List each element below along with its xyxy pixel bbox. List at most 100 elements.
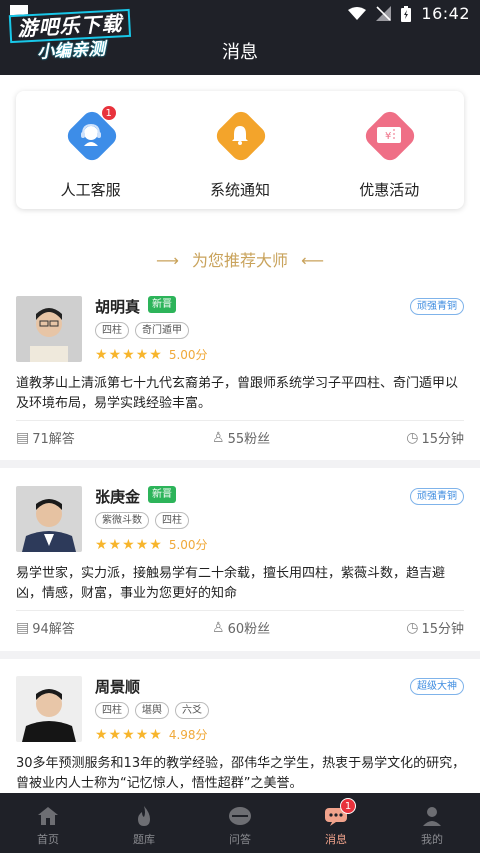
master-avatar-2 bbox=[16, 486, 82, 552]
quick-item-promotions[interactable]: ¥ 优惠活动 bbox=[324, 91, 454, 209]
star-icon: ★ bbox=[135, 346, 149, 363]
quick-actions-card: 1 人工客服 系统通知 ¥ 优惠活动 bbox=[16, 91, 464, 209]
rating-stars-3: ★ ★ ★ ★ ★ 4.98分 bbox=[95, 726, 208, 743]
clock-icon: ◷ bbox=[406, 429, 419, 446]
master-avatar-1 bbox=[16, 296, 82, 362]
section-gap bbox=[0, 460, 480, 468]
new-tag-1: 新晋 bbox=[148, 296, 176, 313]
message-content[interactable]: 1 人工客服 系统通知 ¥ 优惠活动 ⟶ 为您推荐大师 ⟵ 胡明真 新晋 顽强青… bbox=[0, 75, 480, 793]
star-icon: ★ bbox=[108, 346, 122, 363]
skill-tag: 六爻 bbox=[175, 702, 209, 719]
coupon-icon: ¥ bbox=[361, 107, 417, 163]
coupon-icon-wrap: ¥ bbox=[361, 107, 419, 165]
answers-stat-1: ▤ 71解答 bbox=[16, 428, 75, 448]
bottom-tab-bar: 首页 题库 问答 1 消息 我的 bbox=[0, 793, 480, 853]
quick-label-customer-service: 人工客服 bbox=[60, 181, 121, 199]
divider bbox=[16, 420, 464, 421]
tab-label-profile: 我的 bbox=[421, 833, 443, 846]
master-card-1[interactable]: 胡明真 新晋 顽强青铜 四柱 奇门遁甲 ★ ★ ★ ★ ★ 5.00分 道教茅山上清派第… bbox=[0, 296, 480, 466]
tab-label-messages: 消息 bbox=[325, 833, 347, 846]
level-tag-2: 顽强青铜 bbox=[410, 488, 464, 505]
divider bbox=[16, 610, 464, 611]
page-title: 消息 bbox=[222, 42, 258, 63]
skill-tag: 四柱 bbox=[95, 322, 129, 339]
answers-count-1: 71解答 bbox=[32, 432, 75, 447]
master-name-1: 胡明真 bbox=[95, 298, 141, 316]
skill-tags-2: 紫微斗数 四柱 bbox=[95, 512, 189, 529]
header-bar: 游吧乐下载 小编亲测 16:42 消息 bbox=[0, 0, 480, 75]
profile-icon bbox=[420, 805, 444, 827]
star-icon: ★ bbox=[95, 536, 108, 553]
level-tag-1: 顽强青铜 bbox=[410, 298, 464, 315]
star-icon: ★ bbox=[122, 726, 135, 743]
svg-text:¥: ¥ bbox=[385, 131, 391, 142]
level-tag-3: 超级大神 bbox=[410, 678, 464, 695]
battery-icon bbox=[401, 5, 412, 22]
fans-count-2: 60粉丝 bbox=[227, 622, 271, 637]
rating-score-3: 4.98分 bbox=[168, 728, 208, 742]
customer-service-icon-wrap: 1 bbox=[63, 105, 120, 165]
customer-service-badge: 1 bbox=[100, 105, 117, 121]
quick-label-system-notice: 系统通知 bbox=[209, 181, 270, 199]
answers-stat-2: ▤ 94解答 bbox=[16, 618, 75, 638]
fans-stat-1: ♙ 55粉丝 bbox=[212, 428, 271, 448]
fire-icon bbox=[132, 805, 156, 827]
answers-count-2: 94解答 bbox=[32, 622, 75, 637]
qa-icon bbox=[228, 805, 252, 827]
duration-2: 15分钟 bbox=[421, 622, 464, 637]
tab-profile[interactable]: 我的 bbox=[384, 793, 480, 853]
tab-label-qa: 问答 bbox=[229, 833, 251, 846]
new-tag-2: 新晋 bbox=[148, 486, 176, 503]
clock-icon: ◷ bbox=[406, 619, 419, 636]
star-icon: ★ bbox=[149, 346, 162, 363]
bell-icon bbox=[212, 107, 268, 163]
quick-item-customer-service[interactable]: 1 人工客服 bbox=[26, 91, 156, 209]
master-intro-3: 30多年预测服务和13年的教学经验，邵伟华之学生，热衷于易学文化的研究，曾被业内… bbox=[16, 756, 466, 791]
home-icon bbox=[36, 805, 60, 827]
master-intro-2: 易学世家，实力派，接触易学有二十余载，擅长用四柱，紫薇斗数，趋吉避凶，情感，财富… bbox=[16, 566, 446, 601]
bell-icon-wrap bbox=[212, 107, 270, 165]
fans-count-1: 55粉丝 bbox=[227, 432, 271, 447]
skill-tag: 紫微斗数 bbox=[95, 512, 149, 529]
skill-tag: 堪舆 bbox=[135, 702, 169, 719]
master-card-3[interactable]: 周景顺 超级大神 四柱 堪舆 六爻 ★ ★ ★ ★ ★ 4.98分 30多年预测服务和1… bbox=[0, 676, 480, 793]
duration-1: 15分钟 bbox=[421, 432, 464, 447]
tab-home[interactable]: 首页 bbox=[0, 793, 96, 853]
master-avatar-3 bbox=[16, 676, 82, 742]
status-bar: 16:42 bbox=[348, 4, 470, 23]
star-icon: ★ bbox=[95, 346, 108, 363]
duration-stat-2: ◷ 15分钟 bbox=[406, 618, 464, 638]
star-icon: ★ bbox=[149, 726, 162, 743]
tab-messages[interactable]: 1 消息 bbox=[288, 793, 384, 853]
status-time: 16:42 bbox=[421, 4, 470, 23]
tab-qa[interactable]: 问答 bbox=[192, 793, 288, 853]
skill-tag: 四柱 bbox=[155, 512, 189, 529]
star-icon: ★ bbox=[108, 726, 122, 743]
fans-stat-2: ♙ 60粉丝 bbox=[212, 618, 271, 638]
master-intro-1: 道教茅山上清派第七十九代玄裔弟子，曾跟师系统学习子平四柱、奇门遁甲以及环境布局，… bbox=[16, 376, 459, 411]
star-icon: ★ bbox=[95, 726, 108, 743]
wifi-icon bbox=[348, 6, 367, 20]
rating-stars-2: ★ ★ ★ ★ ★ 5.00分 bbox=[95, 536, 208, 553]
recommend-title: 为您推荐大师 bbox=[191, 251, 288, 270]
section-gap bbox=[0, 651, 480, 659]
star-icon: ★ bbox=[108, 536, 122, 553]
clipboard-icon: ▤ bbox=[16, 429, 30, 446]
no-signal-icon bbox=[376, 6, 392, 21]
quick-label-promotions: 优惠活动 bbox=[359, 181, 420, 199]
skill-tags-1: 四柱 奇门遁甲 bbox=[95, 322, 189, 339]
tab-label-question-bank: 题库 bbox=[133, 833, 155, 846]
rating-score-2: 5.00分 bbox=[168, 538, 208, 552]
quick-item-system-notice[interactable]: 系统通知 bbox=[175, 91, 305, 209]
master-name-2: 张庚金 bbox=[95, 488, 141, 506]
clipboard-icon: ▤ bbox=[16, 619, 30, 636]
tab-label-home: 首页 bbox=[37, 833, 59, 846]
star-icon: ★ bbox=[135, 536, 149, 553]
skill-tags-3: 四柱 堪舆 六爻 bbox=[95, 702, 209, 719]
skill-tag: 四柱 bbox=[95, 702, 129, 719]
rating-stars-1: ★ ★ ★ ★ ★ 5.00分 bbox=[95, 346, 208, 363]
star-icon: ★ bbox=[149, 536, 162, 553]
master-card-2[interactable]: 张庚金 新晋 顽强青铜 紫微斗数 四柱 ★ ★ ★ ★ ★ 5.00分 易学世家，实力派… bbox=[0, 486, 480, 656]
recommend-right-mark: ⟵ bbox=[301, 251, 325, 270]
tab-question-bank[interactable]: 题库 bbox=[96, 793, 192, 853]
